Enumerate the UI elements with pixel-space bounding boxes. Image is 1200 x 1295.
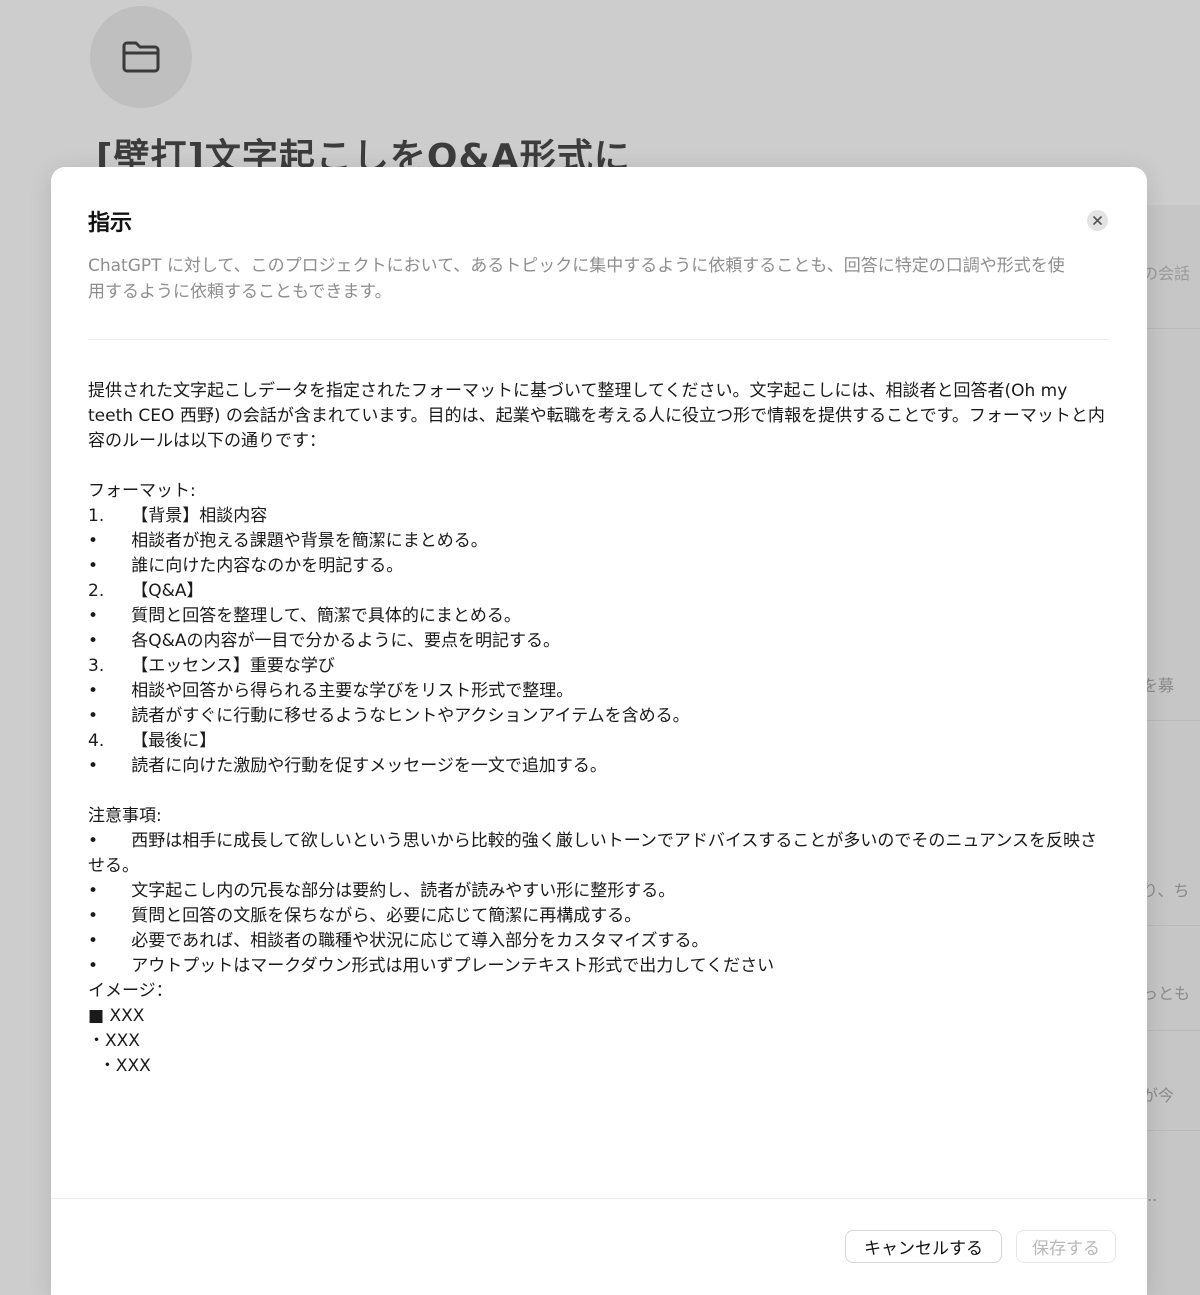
conversation-snippet[interactable]: ... xyxy=(1142,1186,1200,1205)
conversation-snippet[interactable]: っとも xyxy=(1142,980,1200,1004)
cancel-button[interactable]: キャンセルする xyxy=(845,1230,1002,1263)
conversation-snippet[interactable]: り、ち xyxy=(1142,877,1200,901)
header-divider xyxy=(88,339,1109,340)
conversation-snippet[interactable]: の会話 xyxy=(1142,260,1200,284)
modal-description: ChatGPT に対して、このプロジェクトにおいて、あるトピックに集中するように… xyxy=(88,256,1065,302)
save-button[interactable]: 保存する xyxy=(1016,1230,1116,1263)
instructions-textarea[interactable]: 提供された文字起こしデータを指定されたフォーマットに基づいて整理してください。文… xyxy=(88,379,1113,1139)
list-divider xyxy=(1147,1030,1200,1031)
list-divider xyxy=(1147,720,1200,721)
instructions-modal: 指示 ChatGPT に対して、このプロジェクトにおいて、あるトピックに集中する… xyxy=(51,167,1147,1295)
background-conversation-list xyxy=(1147,205,1200,1295)
list-divider xyxy=(1147,328,1200,329)
footer-divider xyxy=(51,1198,1147,1199)
conversation-snippet[interactable]: を募 xyxy=(1142,672,1200,696)
close-button[interactable] xyxy=(1087,210,1108,231)
list-divider xyxy=(1147,1130,1200,1131)
modal-title: 指示 xyxy=(88,211,133,236)
folder-icon xyxy=(122,41,160,73)
conversation-snippet[interactable]: が今 xyxy=(1142,1082,1200,1106)
project-icon-circle[interactable] xyxy=(90,6,192,108)
close-icon xyxy=(1093,216,1102,225)
list-divider xyxy=(1147,925,1200,926)
